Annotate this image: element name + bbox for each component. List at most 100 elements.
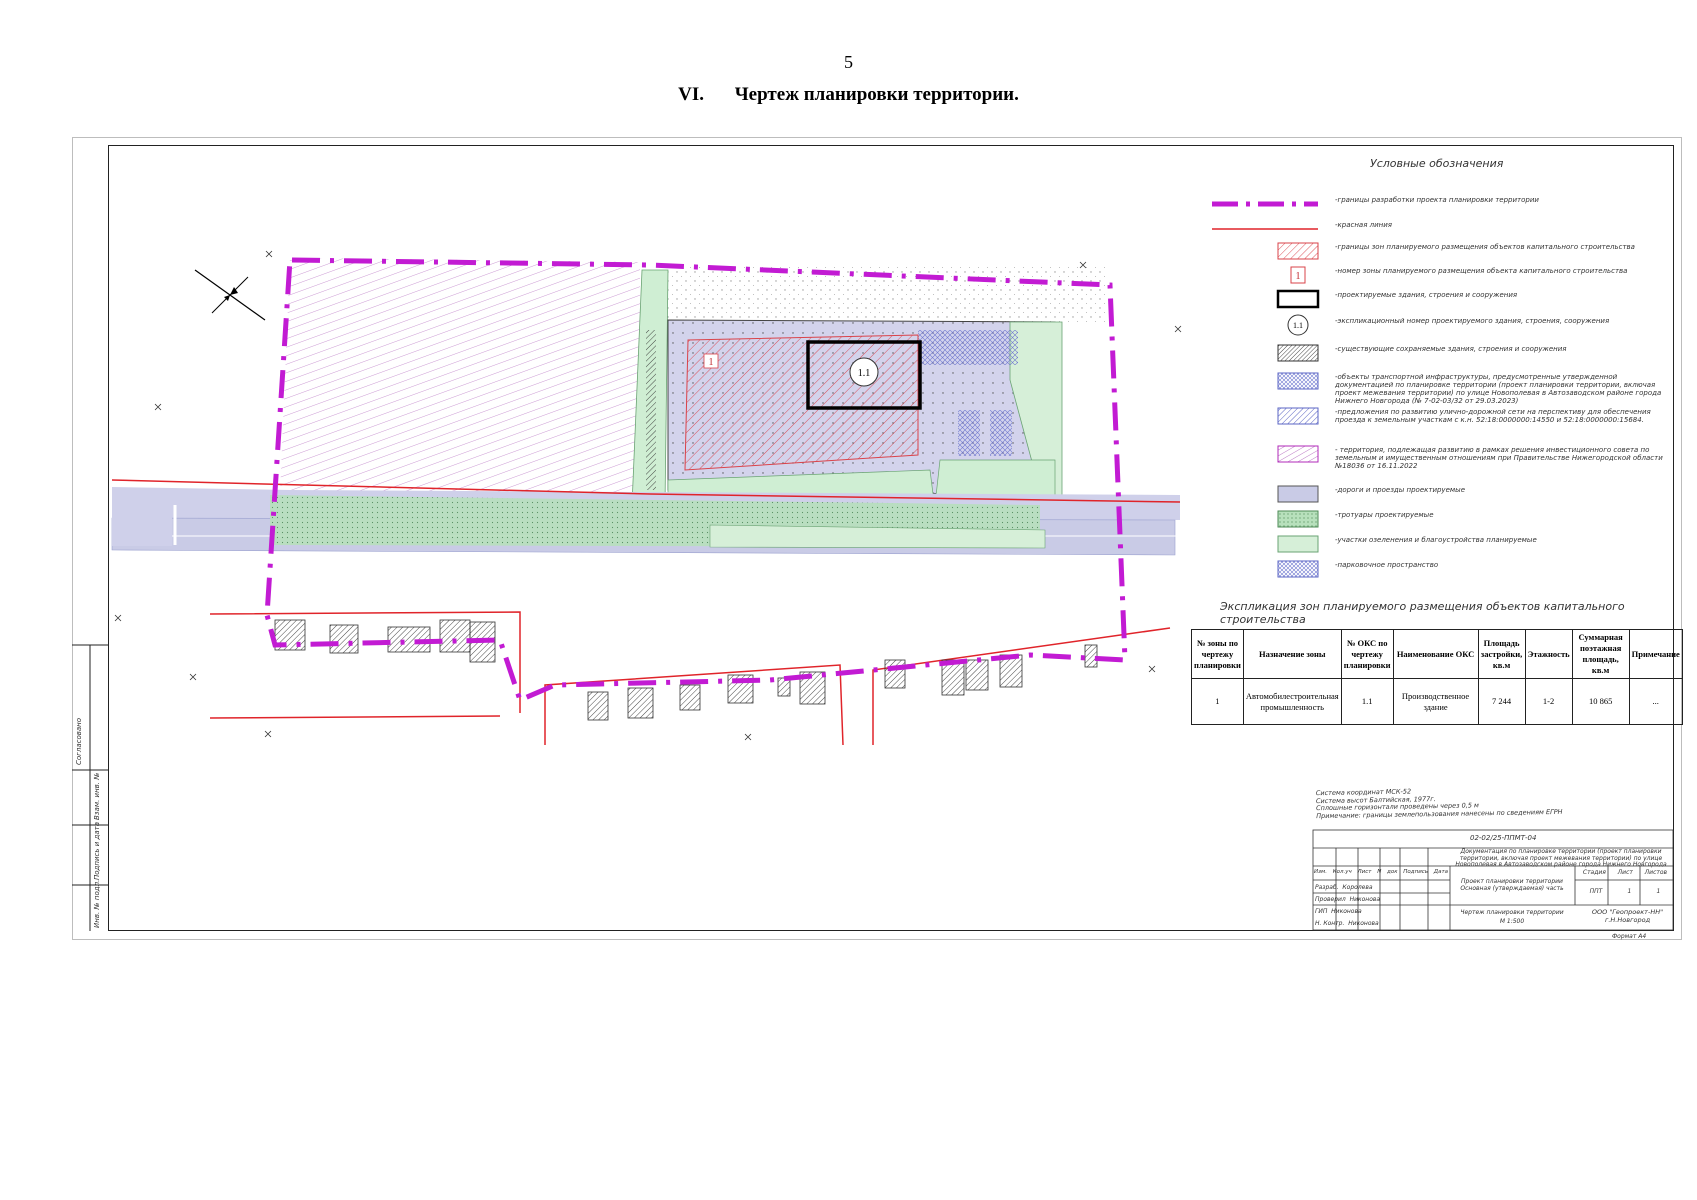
legend-item-label: -существующие сохраняемые здания, строен… bbox=[1335, 345, 1567, 353]
title-block-stage-values: ППТ 1 1 bbox=[1589, 888, 1661, 895]
legend-item-label: -красная линия bbox=[1335, 221, 1392, 229]
legend-item: -объекты транспортной инфраструктуры, пр… bbox=[1210, 370, 1670, 405]
side-stamp-frame bbox=[72, 644, 108, 931]
cell-oks-name: Производственное здание bbox=[1392, 678, 1479, 725]
north-arrow-icon bbox=[194, 269, 266, 321]
red-line-south-b bbox=[209, 715, 501, 719]
cell-zone-no: 1 bbox=[1191, 678, 1244, 725]
explication-title: Экспликация зон планируемого размещения … bbox=[1220, 600, 1625, 626]
side-label-inv-replace: Взам. инв. № bbox=[93, 772, 101, 820]
street-left-end bbox=[112, 492, 172, 546]
parking-a bbox=[958, 410, 980, 456]
dash-dot-magenta-line-icon bbox=[1210, 193, 1320, 215]
col-list: Лист bbox=[1357, 869, 1372, 875]
col-ndok: N док bbox=[1377, 869, 1398, 875]
red-hatch-box-icon bbox=[1210, 240, 1320, 262]
parking-top bbox=[918, 330, 1018, 365]
drawing-notes: Система координат МСК-52 Система высот Б… bbox=[1316, 786, 1563, 820]
side-label-agreed: Согласовано bbox=[75, 717, 83, 765]
lavender-box-icon bbox=[1210, 483, 1320, 505]
col-note: Примечание bbox=[1628, 629, 1683, 679]
cell-zone-purpose: Автомобилестроительная промышленность bbox=[1242, 678, 1342, 725]
role-developer: Разраб. Королева bbox=[1315, 884, 1373, 891]
legend-title: Условные обозначения bbox=[1370, 157, 1504, 170]
legend-item: -тротуары проектируемые bbox=[1210, 508, 1670, 534]
cell-area: 7 244 bbox=[1477, 678, 1526, 725]
side-label-sign-date: Подпись и дата bbox=[93, 822, 101, 880]
explication-table: № зоны по чертежу планировки Назначение … bbox=[1191, 629, 1683, 725]
table-row: 1 Автомобилестроительная промышленность … bbox=[1191, 678, 1683, 725]
legend-item: -существующие сохраняемые здания, строен… bbox=[1210, 342, 1670, 368]
legend-item-label: -номер зоны планируемого размещения объе… bbox=[1335, 267, 1628, 275]
legend-item-label: -тротуары проектируемые bbox=[1335, 511, 1434, 519]
legend-item-label: -границы зон планируемого размещения объ… bbox=[1335, 243, 1635, 251]
role-norm-control: Н. Контр. Никонова bbox=[1315, 920, 1379, 927]
bold-black-box-icon bbox=[1210, 288, 1320, 310]
legend-item-label: -предложения по развитию улично-дорожной… bbox=[1335, 408, 1651, 424]
legend-item-label: -объекты транспортной инфраструктуры, пр… bbox=[1335, 373, 1662, 405]
svg-text:1.1: 1.1 bbox=[1293, 321, 1303, 330]
title-block-roles: Разраб. Королева Проверил Никонова ГИП Н… bbox=[1315, 882, 1380, 930]
legend-item: -участки озеленения и благоустройства пл… bbox=[1210, 533, 1670, 559]
blue-grid-box-icon bbox=[1210, 370, 1320, 392]
black-hatch-box-icon bbox=[1210, 342, 1320, 364]
svg-text:1: 1 bbox=[1296, 271, 1301, 282]
title-block-header-cols: Изм. Кол.уч Лист N док Подпись Дата bbox=[1314, 869, 1448, 875]
col-total-area: Суммарная поэтажная площадь, кв.м bbox=[1571, 629, 1630, 679]
col-kol: Кол.уч bbox=[1332, 869, 1352, 875]
legend-item: -границы разработки проекта планировки т… bbox=[1210, 193, 1670, 219]
title-block-code: 02-02/25-ППМТ-04 bbox=[1470, 834, 1537, 842]
title-block-format: Формат А4 bbox=[1612, 933, 1647, 940]
legend-item-label: -границы разработки проекта планировки т… bbox=[1335, 196, 1539, 204]
legend-item: -парковочное пространство bbox=[1210, 558, 1670, 584]
cell-note: ... bbox=[1628, 678, 1683, 725]
col-sign: Подпись bbox=[1403, 869, 1429, 875]
legend-item-label: -дороги и проезды проектируемые bbox=[1335, 486, 1465, 494]
legend-item-label: -экспликационный номер проектируемого зд… bbox=[1335, 317, 1610, 325]
col-oks-name: Наименование ОКС bbox=[1392, 629, 1479, 679]
cell-floors: 1-2 bbox=[1524, 678, 1573, 725]
explication-header-row: № зоны по чертежу планировки Назначение … bbox=[1191, 629, 1683, 679]
parking-b bbox=[990, 410, 1012, 456]
col-izm: Изм. bbox=[1314, 869, 1327, 875]
zone-number-box-icon: 1 bbox=[1210, 264, 1320, 286]
title-block-sheet: Чертеж планировки территории М 1:500 bbox=[1452, 908, 1572, 926]
legend-item-label: -парковочное пространство bbox=[1335, 561, 1439, 569]
legend-item: - территория, подлежащая развитию в рамк… bbox=[1210, 443, 1670, 470]
legend-item: -границы зон планируемого размещения объ… bbox=[1210, 240, 1670, 266]
role-chief-engineer: ГИП Никонова bbox=[1315, 908, 1362, 915]
legend-item: -предложения по развитию улично-дорожной… bbox=[1210, 405, 1670, 431]
title-block-company: ООО "Геопроект-НН" г.Н.Новгород bbox=[1591, 908, 1664, 924]
light-green-box-icon bbox=[1210, 533, 1320, 555]
role-checker: Проверил Никонова bbox=[1315, 896, 1381, 903]
legend-item: 1.1 -экспликационный номер проектируемого… bbox=[1210, 314, 1670, 340]
cell-oks-no: 1.1 bbox=[1340, 678, 1394, 725]
sheet-scale: М 1:500 bbox=[1499, 918, 1525, 925]
sheet-name: Чертеж планировки территории bbox=[1460, 909, 1564, 916]
investment-territory-area bbox=[280, 258, 640, 500]
parking-grid-box-icon bbox=[1210, 558, 1320, 580]
legend-item: 1 -номер зоны планируемого размещения объ… bbox=[1210, 264, 1670, 290]
legend-item-label: -проектируемые здания, строения и сооруж… bbox=[1335, 291, 1518, 299]
existing-houses bbox=[274, 619, 1098, 721]
existing-building-strip bbox=[646, 330, 656, 490]
cell-total-area: 10 865 bbox=[1571, 678, 1630, 725]
circle-number-icon: 1.1 bbox=[1210, 314, 1320, 336]
magenta-hatch-box-icon bbox=[1210, 443, 1320, 465]
legend-item: -проектируемые здания, строения и сооруж… bbox=[1210, 288, 1670, 314]
legend-item-label: -участки озеленения и благоустройства пл… bbox=[1335, 536, 1537, 544]
col-date: Дата bbox=[1433, 869, 1449, 875]
title-block-stage-header: Стадия Лист Листов bbox=[1582, 869, 1668, 876]
zone-1-area bbox=[684, 334, 919, 471]
zone-number: 1 bbox=[709, 357, 714, 368]
legend-item: -дороги и проезды проектируемые bbox=[1210, 483, 1670, 509]
blue-hatch-box-icon bbox=[1210, 405, 1320, 427]
building-number: 1.1 bbox=[858, 368, 871, 379]
col-area: Площадь застройки, кв.м bbox=[1477, 629, 1526, 679]
col-floors: Этажность bbox=[1524, 629, 1573, 679]
green-dot-box-icon bbox=[1210, 508, 1320, 530]
col-oks-no: № ОКС по чертежу планировки bbox=[1340, 629, 1394, 679]
side-label-inv-orig: Инв. № подл. bbox=[93, 879, 101, 928]
col-zone-no: № зоны по чертежу планировки bbox=[1191, 629, 1244, 679]
legend-item-label: - территория, подлежащая развитию в рамк… bbox=[1335, 446, 1663, 470]
